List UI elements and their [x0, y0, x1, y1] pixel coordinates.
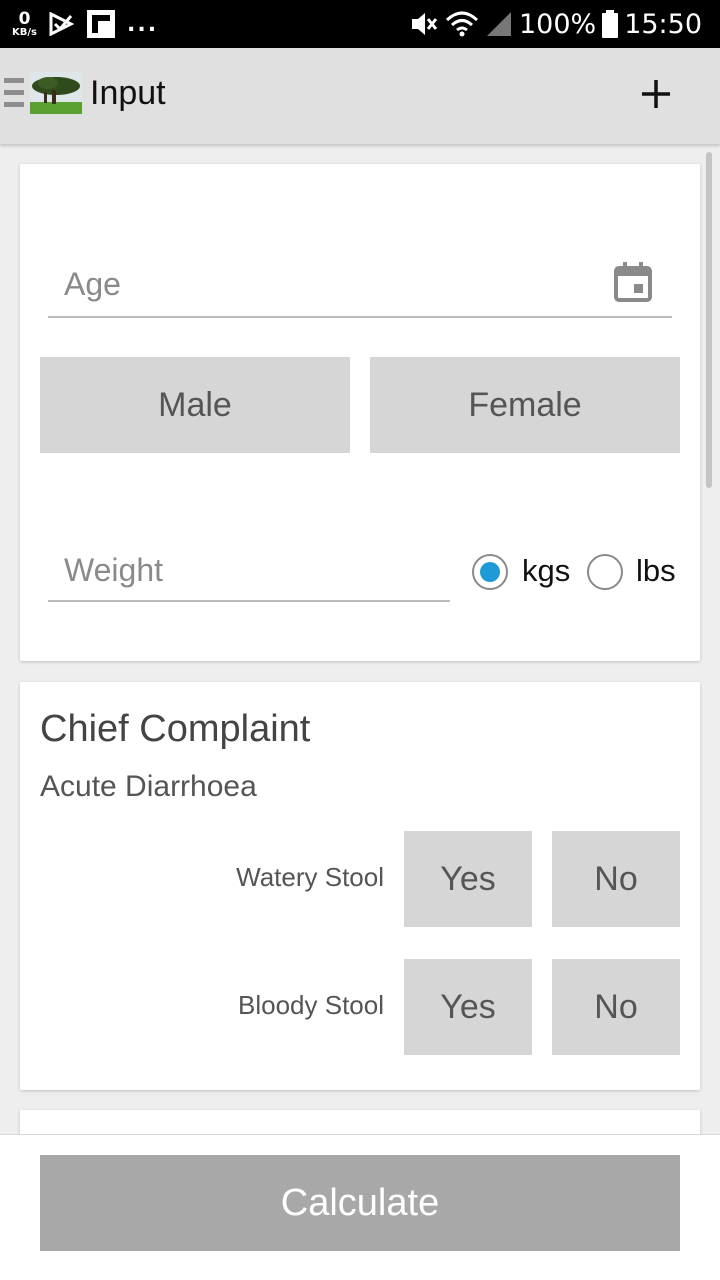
bottom-bar: Calculate — [0, 1134, 720, 1280]
signal-icon — [486, 12, 511, 36]
male-button[interactable]: Male — [40, 357, 350, 453]
more-notifications-indicator: ... — [126, 11, 159, 37]
app-bar: Input — [0, 48, 720, 144]
age-placeholder: Age — [64, 266, 121, 302]
wifi-icon — [445, 11, 479, 37]
lbs-label[interactable]: lbs — [636, 553, 676, 589]
demographics-card: Age Male Female Weight kgs lbs — [20, 164, 700, 661]
data-rate-value: 0 — [18, 8, 31, 29]
calendar-icon[interactable] — [614, 262, 652, 302]
weight-field[interactable]: Weight — [48, 546, 450, 602]
watery-stool-no-button[interactable]: No — [552, 831, 680, 927]
tree-logo — [30, 72, 82, 114]
bloody-stool-no-button[interactable]: No — [552, 959, 680, 1055]
age-field[interactable]: Age — [48, 260, 672, 318]
data-rate-indicator: 0 KB/s — [12, 8, 37, 38]
chief-complaint-title: Chief Complaint — [40, 708, 311, 750]
next-card — [20, 1110, 700, 1134]
bloody-stool-label: Bloody Stool — [238, 990, 384, 1020]
watery-stool-label: Watery Stool — [236, 862, 384, 892]
battery-percentage: 100% — [518, 8, 597, 40]
chief-complaint-subtitle: Acute Diarrhoea — [40, 770, 257, 803]
watery-stool-yes-button[interactable]: Yes — [404, 831, 532, 927]
scrollbar[interactable] — [706, 152, 712, 488]
weight-placeholder: Weight — [64, 552, 164, 588]
battery-icon — [602, 10, 619, 38]
mute-icon — [411, 13, 438, 35]
page-title: Input — [90, 74, 166, 112]
form-scroll-area[interactable]: Age Male Female Weight kgs lbs Chief Com… — [0, 144, 720, 1134]
kgs-radio[interactable] — [472, 554, 508, 590]
lbs-radio[interactable] — [587, 554, 623, 590]
calculate-button[interactable]: Calculate — [40, 1155, 680, 1251]
status-bar: 0 KB/s ... 100% 15:50 — [0, 0, 720, 48]
data-rate-unit: KB/s — [12, 26, 37, 38]
checkmark-play-icon — [49, 12, 75, 36]
clock: 15:50 — [624, 8, 702, 40]
menu-icon[interactable] — [4, 78, 24, 114]
kgs-label[interactable]: kgs — [522, 553, 570, 589]
add-icon[interactable] — [636, 74, 676, 114]
flipboard-icon — [86, 10, 115, 38]
chief-complaint-card: Chief Complaint Acute Diarrhoea Watery S… — [20, 682, 700, 1090]
female-button[interactable]: Female — [370, 357, 680, 453]
bloody-stool-yes-button[interactable]: Yes — [404, 959, 532, 1055]
